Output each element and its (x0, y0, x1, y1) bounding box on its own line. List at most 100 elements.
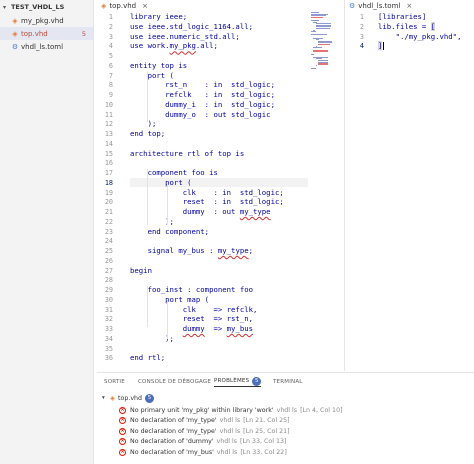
close-icon[interactable]: × (406, 2, 412, 10)
problem-location: [Ln 4, Col 10] (300, 406, 343, 414)
code-line[interactable]: lib.files = [ (378, 21, 436, 32)
line-number: 15 (104, 149, 113, 158)
file-name: top.vhd (21, 29, 48, 38)
line-number: 16 (104, 159, 113, 168)
tab-problems[interactable]: PROBLÈMES 5 (214, 376, 262, 387)
tab-top-vhd[interactable]: ◈ top.vhd × (101, 0, 148, 12)
line-number: 25 (104, 247, 113, 255)
code-token: => (204, 324, 227, 333)
explorer-sidebar: ▾ TEST_VHDL_LS ◈ my_pkg.vhd ◈ top.vhd 5 … (0, 0, 94, 464)
code-token: dummy_o : out std_logic (130, 109, 271, 119)
tab-output[interactable]: SORTIE (104, 377, 125, 387)
code-line[interactable]: dummy_o : out std_logic (130, 109, 271, 120)
code-line[interactable]: architecture rtl of top is (130, 149, 244, 159)
indent-guide (147, 286, 148, 327)
code-line[interactable]: [libraries] (378, 12, 426, 22)
code-token: end component; (130, 226, 210, 236)
code-line[interactable]: refclk : in std_logic; (130, 90, 275, 100)
code-line[interactable]: signal my_bus : my_type; (130, 246, 253, 256)
problem-item[interactable]: × No primary unit 'my_pkg' within library… (119, 405, 343, 415)
minimap-line (311, 31, 316, 33)
line-number: 11 (104, 110, 113, 119)
code-token: end top; (130, 129, 166, 138)
code-line[interactable]: clk => refclk, (130, 305, 258, 315)
code-token: clk : in std_logic; (130, 187, 284, 197)
code-line[interactable]: rst_n : in std_logic; (130, 80, 275, 90)
code-line[interactable]: ); (130, 119, 157, 129)
code-token: end rtl; (130, 353, 166, 363)
problem-item[interactable]: × No declaration of 'dummy' vhdl ls [Ln 33,… (119, 437, 287, 447)
vhdl-file-icon: ◈ (110, 394, 115, 402)
code-token: port map ( (130, 294, 210, 304)
minimap-line (318, 63, 328, 65)
file-item-vhdl-ls-toml[interactable]: ⚙ vhdl_ls.toml (0, 40, 93, 53)
minimap[interactable] (311, 12, 339, 72)
line-number: 34 (104, 334, 113, 343)
code-line[interactable]: port ( (130, 177, 308, 188)
gear-icon: ⚙ (349, 2, 356, 10)
code-line[interactable]: dummy_i : in std_logic; (130, 100, 275, 110)
line-number: 2 (359, 22, 364, 31)
code-line[interactable]: end top; (130, 129, 165, 139)
editor-top-vhd[interactable]: ◈ top.vhd × 1 library ieee; 2 use ieee.std_… (97, 0, 344, 371)
tab-vhdl-ls-toml[interactable]: ⚙ vhdl_ls.toml × (349, 0, 412, 12)
tab-terminal[interactable]: TERMINAL (273, 377, 303, 387)
code-line[interactable]: entity top is (130, 61, 187, 71)
code-line[interactable]: begin (130, 266, 152, 276)
indent-guide (147, 72, 148, 122)
code-token: refclk : in std_logic; (130, 90, 275, 99)
code-line[interactable]: dummy => my_bus (130, 324, 253, 334)
code-line[interactable]: use work.my_pkg.all; (130, 41, 218, 51)
editor-vhdl-ls-toml[interactable]: ⚙ vhdl_ls.toml × 1 [libraries] 2 lib.files … (345, 0, 474, 371)
line-number: 21 (104, 208, 113, 216)
code-token: architecture rtl of top is (130, 148, 245, 158)
file-item-my-pkg[interactable]: ◈ my_pkg.vhd (0, 14, 93, 27)
code-line[interactable]: "./my_pkg.vhd", (378, 32, 462, 42)
problem-item[interactable]: × No declaration of 'my_type' vhdl ls [Ln 2… (119, 426, 290, 436)
line-number: 4 (359, 42, 364, 51)
minimap-line (318, 44, 331, 46)
tab-label: vhdl_ls.toml (358, 2, 401, 10)
code-token: use work. (130, 41, 170, 51)
code-line[interactable]: use ieee.std_logic_1164.all; (130, 22, 253, 32)
error-count-badge: 5 (81, 29, 86, 38)
code-line[interactable]: ] (378, 41, 383, 51)
code-line[interactable]: reset : in std_logic; (130, 197, 284, 207)
code-line[interactable]: end rtl; (130, 353, 165, 363)
line-number: 3 (108, 32, 113, 41)
code-line[interactable]: dummy : out my_type (130, 207, 271, 217)
code-token: use ieee.std_logic_1164.all; (130, 21, 254, 31)
code-token: port ( (130, 70, 174, 80)
line-number: 22 (104, 217, 113, 226)
code-line[interactable]: port map ( (130, 295, 209, 305)
problem-source: vhdl ls (216, 438, 238, 445)
problems-file-group[interactable]: ▾ ◈ top.vhd 5 (102, 393, 155, 403)
code-token: [libraries] (378, 12, 427, 21)
file-item-top[interactable]: ◈ top.vhd 5 (0, 27, 93, 40)
code-line[interactable]: use ieee.numeric_std.all; (130, 32, 240, 42)
problem-item[interactable]: × No declaration of 'my_type' vhdl ls [Ln 2… (119, 416, 290, 426)
problem-item[interactable]: × No declaration of 'my_bus' vhdl ls [Ln 33… (119, 447, 287, 457)
close-icon[interactable]: × (142, 2, 148, 10)
tab-debug-console[interactable]: CONSOLE DE DÉBOGAGE (138, 377, 211, 387)
line-number: 3 (359, 32, 364, 41)
code-line[interactable]: end component; (130, 226, 210, 237)
text-cursor (383, 42, 384, 51)
line-number: 19 (104, 188, 113, 197)
code-line[interactable]: reset => rst_n, (130, 314, 253, 324)
minimap-line (311, 53, 314, 55)
code-line[interactable]: library ieee; (130, 12, 187, 22)
line-number: 4 (108, 42, 113, 51)
error-token: my_bus (226, 324, 254, 333)
code-line[interactable]: foo_inst : component foo (130, 285, 253, 295)
gear-icon: ⚙ (11, 42, 19, 51)
code-line[interactable]: clk : in std_logic; (130, 188, 284, 198)
code-line[interactable]: port ( (130, 71, 174, 81)
file-name: vhdl_ls.toml (21, 42, 64, 51)
error-token: my_type (217, 246, 249, 255)
bottom-panel: SORTIE CONSOLE DE DÉBOGAGE PROBLÈMES 5 T… (97, 372, 474, 464)
explorer-root-folder[interactable]: ▾ TEST_VHDL_LS (0, 0, 93, 14)
minimap-line (313, 50, 328, 52)
code-line[interactable]: component foo is (130, 168, 218, 178)
problems-file-count: 5 (145, 393, 155, 403)
